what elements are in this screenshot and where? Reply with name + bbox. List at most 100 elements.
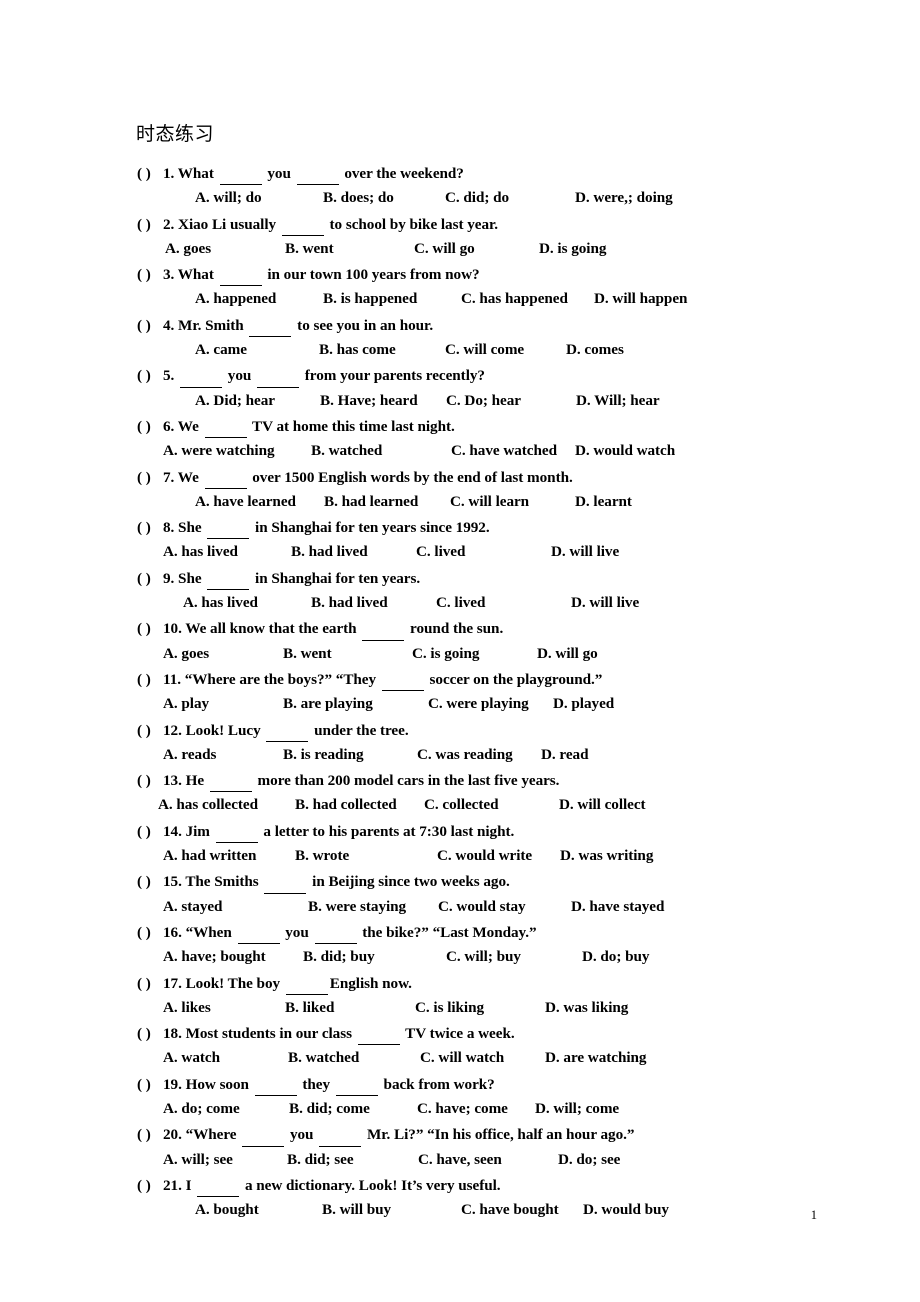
option-choice[interactable]: D. do; see [558, 1148, 620, 1172]
option-choice[interactable]: C. have; come [417, 1097, 535, 1121]
option-choice[interactable]: A. has lived [163, 540, 291, 564]
option-choice[interactable]: B. went [283, 642, 412, 666]
option-choice[interactable]: A. likes [163, 996, 285, 1020]
option-choice[interactable]: B. did; buy [303, 945, 446, 969]
option-choice[interactable]: A. reads [163, 743, 283, 767]
answer-blank[interactable] [266, 717, 309, 742]
option-choice[interactable]: D. will happen [594, 287, 687, 311]
answer-blank[interactable] [264, 868, 307, 894]
option-choice[interactable]: A. watch [163, 1046, 288, 1070]
option-choice[interactable]: C. lived [436, 591, 571, 615]
option-choice[interactable]: C. did; do [445, 186, 575, 210]
option-choice[interactable]: B. watched [311, 439, 451, 463]
option-choice[interactable]: B. are playing [283, 692, 428, 716]
option-choice[interactable]: A. stayed [163, 895, 308, 919]
option-choice[interactable]: B. is reading [283, 743, 417, 767]
answer-bracket[interactable]: ( ) [137, 668, 163, 692]
option-choice[interactable]: C. would stay [438, 895, 571, 919]
answer-bracket[interactable]: ( ) [137, 314, 163, 338]
option-choice[interactable]: D. will; come [535, 1097, 619, 1121]
answer-bracket[interactable]: ( ) [137, 820, 163, 844]
option-choice[interactable]: B. Have; heard [320, 389, 446, 413]
option-choice[interactable]: C. will come [445, 338, 566, 362]
answer-bracket[interactable]: ( ) [137, 567, 163, 591]
option-choice[interactable]: D. read [541, 743, 589, 767]
option-choice[interactable]: D. comes [566, 338, 624, 362]
option-choice[interactable]: D. will live [551, 540, 619, 564]
answer-blank[interactable] [237, 919, 280, 945]
option-choice[interactable]: A. came [195, 338, 319, 362]
answer-blank[interactable] [242, 1121, 285, 1147]
answer-bracket[interactable]: ( ) [137, 769, 163, 793]
option-choice[interactable]: A. Did; hear [195, 389, 320, 413]
answer-blank[interactable] [219, 261, 262, 287]
option-choice[interactable]: B. had lived [291, 540, 416, 564]
answer-bracket[interactable]: ( ) [137, 263, 163, 287]
answer-blank[interactable] [314, 919, 357, 945]
option-choice[interactable]: B. were staying [308, 895, 438, 919]
option-choice[interactable]: B. had learned [324, 490, 450, 514]
option-choice[interactable]: B. liked [285, 996, 415, 1020]
option-choice[interactable]: D. played [553, 692, 614, 716]
answer-blank[interactable] [207, 514, 250, 540]
option-choice[interactable]: B. did; see [287, 1148, 418, 1172]
answer-blank[interactable] [219, 160, 262, 186]
option-choice[interactable]: D. have stayed [571, 895, 664, 919]
option-choice[interactable]: C. has happened [461, 287, 594, 311]
answer-bracket[interactable]: ( ) [137, 1022, 163, 1046]
option-choice[interactable]: B. wrote [295, 844, 437, 868]
answer-blank[interactable] [204, 464, 247, 489]
answer-bracket[interactable]: ( ) [137, 1174, 163, 1198]
answer-blank[interactable] [257, 362, 300, 388]
answer-bracket[interactable]: ( ) [137, 870, 163, 894]
answer-blank[interactable] [180, 362, 223, 388]
answer-bracket[interactable]: ( ) [137, 972, 163, 996]
answer-blank[interactable] [381, 666, 424, 692]
answer-blank[interactable] [362, 615, 405, 641]
option-choice[interactable]: D. Will; hear [576, 389, 660, 413]
option-choice[interactable]: A. has lived [183, 591, 311, 615]
option-choice[interactable]: C. lived [416, 540, 551, 564]
option-choice[interactable]: D. will go [537, 642, 598, 666]
option-choice[interactable]: A. play [163, 692, 283, 716]
answer-bracket[interactable]: ( ) [137, 1073, 163, 1097]
answer-blank[interactable] [215, 818, 258, 844]
option-choice[interactable]: B. has come [319, 338, 445, 362]
option-choice[interactable]: C. will go [414, 237, 539, 261]
option-choice[interactable]: C. collected [424, 793, 559, 817]
option-choice[interactable]: D. is going [539, 237, 606, 261]
option-choice[interactable]: B. went [285, 237, 414, 261]
answer-bracket[interactable]: ( ) [137, 415, 163, 439]
option-choice[interactable]: B. is happened [323, 287, 461, 311]
option-choice[interactable]: D. were,; doing [575, 186, 673, 210]
option-choice[interactable]: D. are watching [545, 1046, 647, 1070]
answer-blank[interactable] [249, 312, 292, 338]
answer-bracket[interactable]: ( ) [137, 617, 163, 641]
answer-blank[interactable] [319, 1121, 362, 1147]
answer-blank[interactable] [357, 1020, 400, 1046]
answer-bracket[interactable]: ( ) [137, 1123, 163, 1147]
option-choice[interactable]: A. happened [195, 287, 323, 311]
option-choice[interactable]: C. is liking [415, 996, 545, 1020]
option-choice[interactable]: D. was liking [545, 996, 628, 1020]
option-choice[interactable]: D. would watch [575, 439, 675, 463]
answer-blank[interactable] [335, 1071, 378, 1096]
answer-blank[interactable] [285, 970, 328, 995]
answer-bracket[interactable]: ( ) [137, 364, 163, 388]
answer-bracket[interactable]: ( ) [137, 719, 163, 743]
answer-bracket[interactable]: ( ) [137, 162, 163, 186]
answer-blank[interactable] [209, 767, 252, 793]
option-choice[interactable]: B. watched [288, 1046, 420, 1070]
option-choice[interactable]: A. has collected [158, 793, 295, 817]
option-choice[interactable]: A. do; come [163, 1097, 289, 1121]
answer-bracket[interactable]: ( ) [137, 921, 163, 945]
option-choice[interactable]: C. have watched [451, 439, 575, 463]
answer-blank[interactable] [254, 1071, 297, 1096]
option-choice[interactable]: A. bought [195, 1198, 322, 1222]
option-choice[interactable]: D. was writing [560, 844, 653, 868]
option-choice[interactable]: D. do; buy [582, 945, 650, 969]
answer-blank[interactable] [197, 1172, 240, 1198]
option-choice[interactable]: A. will; see [163, 1148, 287, 1172]
option-choice[interactable]: C. would write [437, 844, 560, 868]
answer-bracket[interactable]: ( ) [137, 213, 163, 237]
